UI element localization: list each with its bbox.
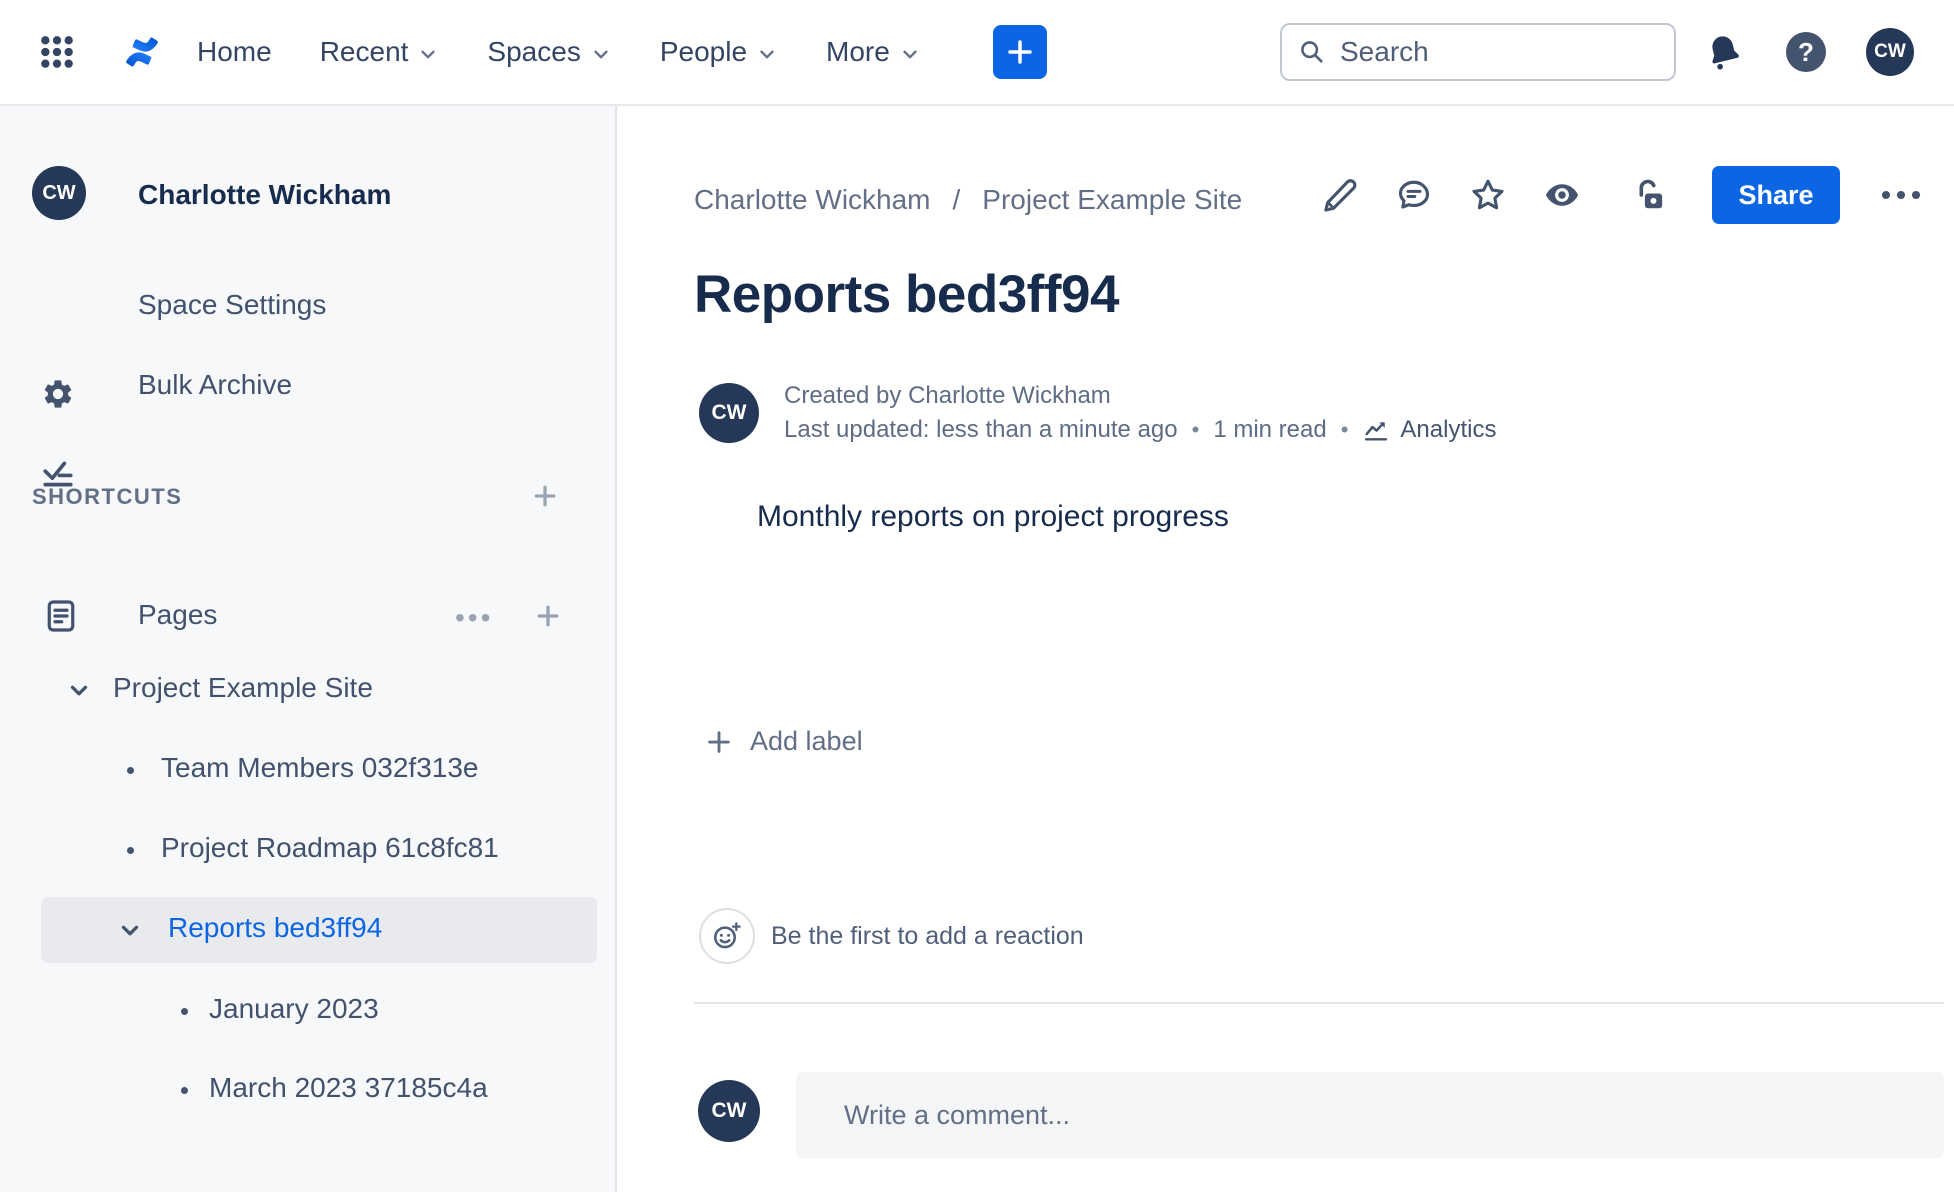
sidebar-item-space-settings[interactable]: Space Settings (138, 289, 326, 321)
bullet-icon (127, 767, 134, 774)
comment-placeholder: Write a comment... (844, 1099, 1071, 1130)
edit-pencil-icon[interactable] (1322, 177, 1358, 213)
notifications-bell-icon[interactable] (1700, 28, 1748, 76)
avatar-initials: CW (711, 1099, 747, 1122)
tree-item-label: January 2023 (209, 993, 379, 1024)
nav-item-home-label: Home (197, 36, 272, 67)
add-shortcut-plus-icon[interactable] (530, 481, 560, 511)
read-time-text: 1 min read (1213, 416, 1327, 443)
nav-item-spaces-label: Spaces (487, 36, 581, 67)
page-content: Charlotte Wickham / Project Example Site… (619, 106, 1954, 1192)
add-label-button[interactable]: Add label (704, 726, 863, 757)
tree-item-project-example-site[interactable]: Project Example Site (0, 657, 617, 723)
chevron-down-icon[interactable] (117, 917, 143, 943)
nav-item-people-label: People (659, 36, 748, 67)
breadcrumb-separator: / (952, 184, 961, 215)
star-icon[interactable] (1470, 177, 1506, 213)
tree-item-january-2023[interactable]: January 2023 (0, 978, 617, 1044)
chevron-down-icon (421, 50, 436, 58)
gear-icon (44, 380, 72, 408)
dot-separator: • (1340, 417, 1349, 442)
bullet-icon (127, 847, 134, 854)
primary-nav: Home Recent Spaces People More (197, 36, 921, 68)
commenter-avatar: CW (698, 1080, 760, 1142)
chevron-down-icon (760, 50, 774, 58)
nav-item-people[interactable]: People (660, 36, 778, 68)
section-divider (694, 1002, 1944, 1004)
byline: Created by Charlotte Wickham Last update… (784, 382, 1496, 444)
tree-item-label: Reports bed3ff94 (168, 912, 383, 943)
shortcuts-heading: SHORTCUTS (32, 484, 183, 509)
last-updated-text[interactable]: Last updated: less than a minute ago (784, 416, 1178, 444)
share-button[interactable]: Share (1712, 166, 1840, 224)
comment-input[interactable]: Write a comment... (796, 1072, 1944, 1158)
add-label-text: Add label (750, 726, 863, 756)
search-icon (1301, 41, 1323, 63)
bullet-icon (181, 1087, 188, 1094)
app-switcher-icon[interactable] (37, 32, 77, 72)
page-actions: Share (1322, 166, 1924, 224)
confluence-logo-icon[interactable] (119, 29, 165, 75)
author-avatar[interactable]: CW (699, 383, 759, 443)
breadcrumb-space[interactable]: Charlotte Wickham (694, 184, 931, 216)
space-avatar[interactable]: CW (32, 166, 86, 220)
created-by-text[interactable]: Created by Charlotte Wickham (784, 382, 1496, 410)
nav-item-home[interactable]: Home (197, 36, 272, 68)
chevron-down-icon[interactable] (66, 677, 92, 703)
nav-right-group: ? CW (1692, 28, 1954, 76)
space-name[interactable]: Charlotte Wickham (138, 179, 391, 211)
breadcrumb-parent-page[interactable]: Project Example Site (982, 184, 1242, 216)
comment-bubble-icon[interactable] (1396, 177, 1432, 213)
search-box[interactable] (1280, 23, 1676, 81)
add-page-plus-icon[interactable] (533, 601, 563, 631)
nav-item-recent-label: Recent (319, 36, 409, 67)
tree-item-project-roadmap[interactable]: Project Roadmap 61c8fc81 (0, 817, 617, 883)
bullet-icon (181, 1008, 188, 1015)
unlock-icon[interactable] (1632, 177, 1668, 213)
breadcrumb: Charlotte Wickham / Project Example Site (694, 184, 1242, 216)
tree-item-team-members[interactable]: Team Members 032f313e (0, 737, 617, 803)
smiley-add-reaction-icon (713, 922, 741, 949)
pages-more-icon[interactable]: ••• (455, 602, 493, 634)
tree-item-label: March 2023 37185c4a (209, 1072, 488, 1103)
more-actions-icon[interactable] (1878, 177, 1924, 213)
reaction-prompt-text: Be the first to add a reaction (771, 922, 1084, 950)
profile-avatar[interactable]: CW (1866, 28, 1914, 76)
avatar-initials: CW (42, 181, 76, 204)
analytics-link[interactable]: Analytics (1362, 416, 1496, 444)
pages-section-label[interactable]: Pages (138, 599, 217, 631)
question-mark-icon: ? (1798, 36, 1814, 67)
tree-item-label: Project Roadmap 61c8fc81 (161, 832, 499, 863)
nav-item-spaces[interactable]: Spaces (487, 36, 611, 68)
create-button[interactable] (992, 25, 1047, 79)
sidebar-item-bulk-archive[interactable]: Bulk Archive (138, 369, 292, 401)
top-navigation-bar: Home Recent Spaces People More Search ? … (0, 0, 1954, 106)
avatar-initials: CW (1874, 41, 1906, 62)
chevron-down-icon (594, 50, 608, 58)
tree-item-label: Team Members 032f313e (161, 752, 479, 783)
nav-item-more[interactable]: More (826, 36, 921, 68)
nav-item-more-label: More (826, 36, 890, 67)
tree-item-march-2023[interactable]: March 2023 37185c4a (0, 1057, 617, 1123)
analytics-label: Analytics (1400, 416, 1497, 443)
page-body-text: Monthly reports on project progress (757, 500, 1229, 533)
pages-icon (47, 600, 75, 632)
page-title: Reports bed3ff94 (694, 265, 1119, 324)
chevron-down-icon (903, 50, 917, 58)
nav-item-recent[interactable]: Recent (320, 36, 440, 68)
watch-eye-icon[interactable] (1544, 177, 1580, 213)
tree-item-reports-selected[interactable]: Reports bed3ff94 (0, 897, 617, 963)
avatar-initials: CW (711, 401, 747, 424)
plus-icon (708, 730, 730, 753)
dot-separator: • (1191, 417, 1200, 442)
help-button[interactable]: ? (1786, 32, 1826, 72)
search-input[interactable] (1340, 36, 1640, 68)
add-reaction-button[interactable] (699, 908, 755, 964)
analytics-chart-icon (1365, 422, 1388, 441)
plus-icon (1008, 40, 1032, 64)
space-sidebar: CW Charlotte Wickham Space Settings Bulk… (0, 106, 617, 1192)
tree-item-label: Project Example Site (113, 672, 373, 703)
